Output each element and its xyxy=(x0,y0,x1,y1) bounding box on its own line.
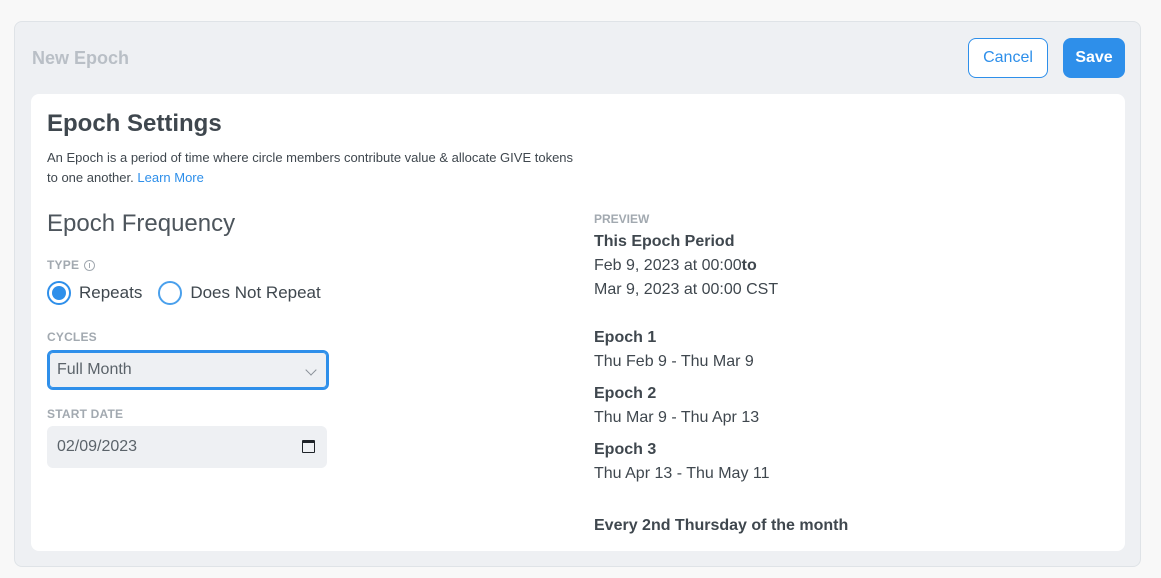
epoch-1-title: Epoch 1 xyxy=(594,329,657,346)
does-not-repeat-radio[interactable] xyxy=(158,281,183,305)
period-to: to xyxy=(741,257,757,274)
start-date-value: 02/09/2023 xyxy=(57,438,138,455)
preview-label: PREVIEW xyxy=(594,212,650,226)
chevron-down-icon xyxy=(305,364,317,376)
type-radio-group: Repeats Does Not Repeat xyxy=(47,281,337,305)
start-date-label: START DATE xyxy=(47,407,124,421)
page-title: New Epoch xyxy=(32,48,130,68)
epoch-2-title: Epoch 2 xyxy=(594,385,657,402)
new-epoch-panel: New Epoch Cancel Save Epoch Settings An … xyxy=(14,21,1141,567)
save-button[interactable]: Save xyxy=(1063,38,1125,78)
type-label: TYPE xyxy=(47,258,96,272)
cycles-label: CYCLES xyxy=(47,330,97,344)
info-icon[interactable] xyxy=(84,259,96,271)
description-text: An Epoch is a period of time where circl… xyxy=(47,150,574,185)
epoch-3-range: Thu Apr 13 - Thu May 11 xyxy=(594,465,770,482)
cancel-button[interactable]: Cancel xyxy=(968,38,1048,78)
does-not-repeat-label[interactable]: Does Not Repeat xyxy=(190,283,320,303)
epoch-settings-card: Epoch Settings An Epoch is a period of t… xyxy=(31,94,1125,551)
start-date-input[interactable]: 02/09/2023 xyxy=(47,426,327,468)
period-title: This Epoch Period xyxy=(594,233,735,250)
period-start-text: Feb 9, 2023 at 00:00 xyxy=(594,257,742,274)
period-start: Feb 9, 2023 at 00:00to xyxy=(594,257,757,275)
cycles-value: Full Month xyxy=(57,361,132,378)
period-end: Mar 9, 2023 at 00:00 CST xyxy=(594,281,779,298)
epoch-2-range: Thu Mar 9 - Thu Apr 13 xyxy=(594,409,760,426)
repeats-label[interactable]: Repeats xyxy=(79,283,142,303)
cycles-select[interactable]: Full Month xyxy=(47,350,329,390)
frequency-title: Epoch Frequency xyxy=(47,210,236,237)
settings-title: Epoch Settings xyxy=(47,110,222,137)
settings-description: An Epoch is a period of time where circl… xyxy=(47,148,577,188)
epoch-1-range: Thu Feb 9 - Thu Mar 9 xyxy=(594,353,754,370)
repeat-summary: Every 2nd Thursday of the month xyxy=(594,517,849,534)
calendar-icon[interactable] xyxy=(302,440,315,453)
learn-more-link[interactable]: Learn More xyxy=(137,170,203,185)
type-label-text: TYPE xyxy=(47,258,80,272)
epoch-3-title: Epoch 3 xyxy=(594,441,657,458)
repeats-radio[interactable] xyxy=(47,281,71,305)
